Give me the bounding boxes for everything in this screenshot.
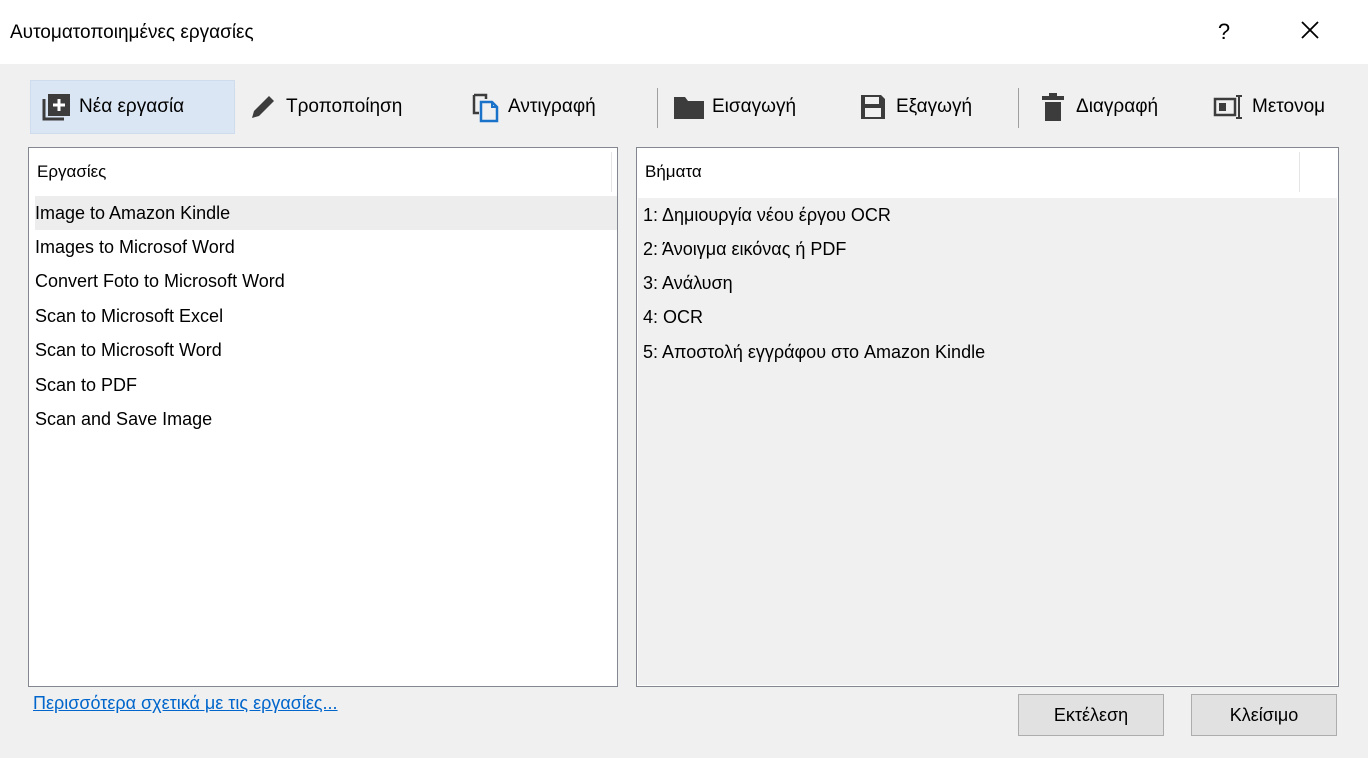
new-task-button[interactable]: Νέα εργασία	[30, 80, 235, 134]
tasks-header: Εργασίες	[29, 148, 617, 196]
modify-label: Τροποποίηση	[286, 96, 403, 117]
column-separator	[1299, 152, 1300, 192]
list-item[interactable]: Scan to PDF	[35, 368, 137, 402]
add-square-icon	[39, 90, 73, 124]
copy-button[interactable]: Αντιγραφή	[468, 80, 596, 134]
pencil-icon	[246, 90, 280, 124]
list-item[interactable]: 1: Δημιουργία νέου έργου OCR	[643, 198, 891, 232]
tasks-header-label: Εργασίες	[37, 162, 107, 181]
steps-list[interactable]: Βήματα 1: Δημιουργία νέου έργου OCR 2: Ά…	[636, 147, 1339, 687]
run-button[interactable]: Εκτέλεση	[1018, 694, 1164, 736]
toolbar: Νέα εργασία Τροποποίηση Αντιγραφή Εισαγω…	[0, 80, 1368, 136]
close-window-button[interactable]	[1296, 16, 1324, 48]
window-title: Αυτοματοποιημένες εργασίες	[10, 22, 254, 43]
toolbar-separator	[657, 88, 658, 128]
tasks-list[interactable]: Εργασίες Image to Amazon Kindle Images t…	[28, 147, 618, 687]
close-button[interactable]: Κλείσιμο	[1191, 694, 1337, 736]
export-button[interactable]: Εξαγωγή	[856, 80, 972, 134]
rename-label: Μετονομ	[1252, 96, 1326, 117]
new-task-label: Νέα εργασία	[79, 96, 185, 117]
delete-label: Διαγραφή	[1076, 96, 1159, 117]
list-item[interactable]: Scan and Save Image	[35, 402, 212, 436]
trash-icon	[1036, 90, 1070, 124]
steps-header-label: Βήματα	[645, 162, 702, 181]
list-item[interactable]: Image to Amazon Kindle	[35, 196, 617, 230]
close-icon	[1301, 21, 1319, 39]
help-button[interactable]: ?	[1212, 18, 1236, 46]
toolbar-separator	[1018, 88, 1019, 128]
copy-label: Αντιγραφή	[508, 96, 596, 117]
list-item[interactable]: Images to Microsof Word	[35, 230, 235, 264]
more-about-tasks-link[interactable]: Περισσότερα σχετικά με τις εργασίες...	[33, 693, 338, 714]
list-item[interactable]: 2: Άνοιγμα εικόνας ή PDF	[643, 232, 846, 266]
steps-area	[638, 198, 1337, 685]
list-item[interactable]: Scan to Microsoft Excel	[35, 299, 223, 333]
copy-icon	[468, 90, 502, 124]
list-item[interactable]: Convert Foto to Microsoft Word	[35, 264, 285, 298]
folder-icon	[672, 90, 706, 124]
title-bar: Αυτοματοποιημένες εργασίες ?	[0, 0, 1368, 64]
delete-button[interactable]: Διαγραφή	[1036, 80, 1158, 134]
rename-button[interactable]: Μετονομ	[1212, 80, 1325, 134]
column-separator	[611, 152, 612, 192]
rename-icon	[1212, 90, 1246, 124]
list-item[interactable]: Scan to Microsoft Word	[35, 333, 222, 367]
list-item[interactable]: 4: OCR	[643, 300, 703, 334]
steps-header: Βήματα	[637, 148, 1338, 196]
import-label: Εισαγωγή	[712, 96, 797, 117]
save-icon	[856, 90, 890, 124]
list-item[interactable]: 3: Ανάλυση	[643, 266, 733, 300]
import-button[interactable]: Εισαγωγή	[672, 80, 796, 134]
export-label: Εξαγωγή	[896, 96, 973, 117]
list-item[interactable]: 5: Αποστολή εγγράφου στο Amazon Kindle	[643, 335, 985, 369]
modify-button[interactable]: Τροποποίηση	[246, 80, 402, 134]
